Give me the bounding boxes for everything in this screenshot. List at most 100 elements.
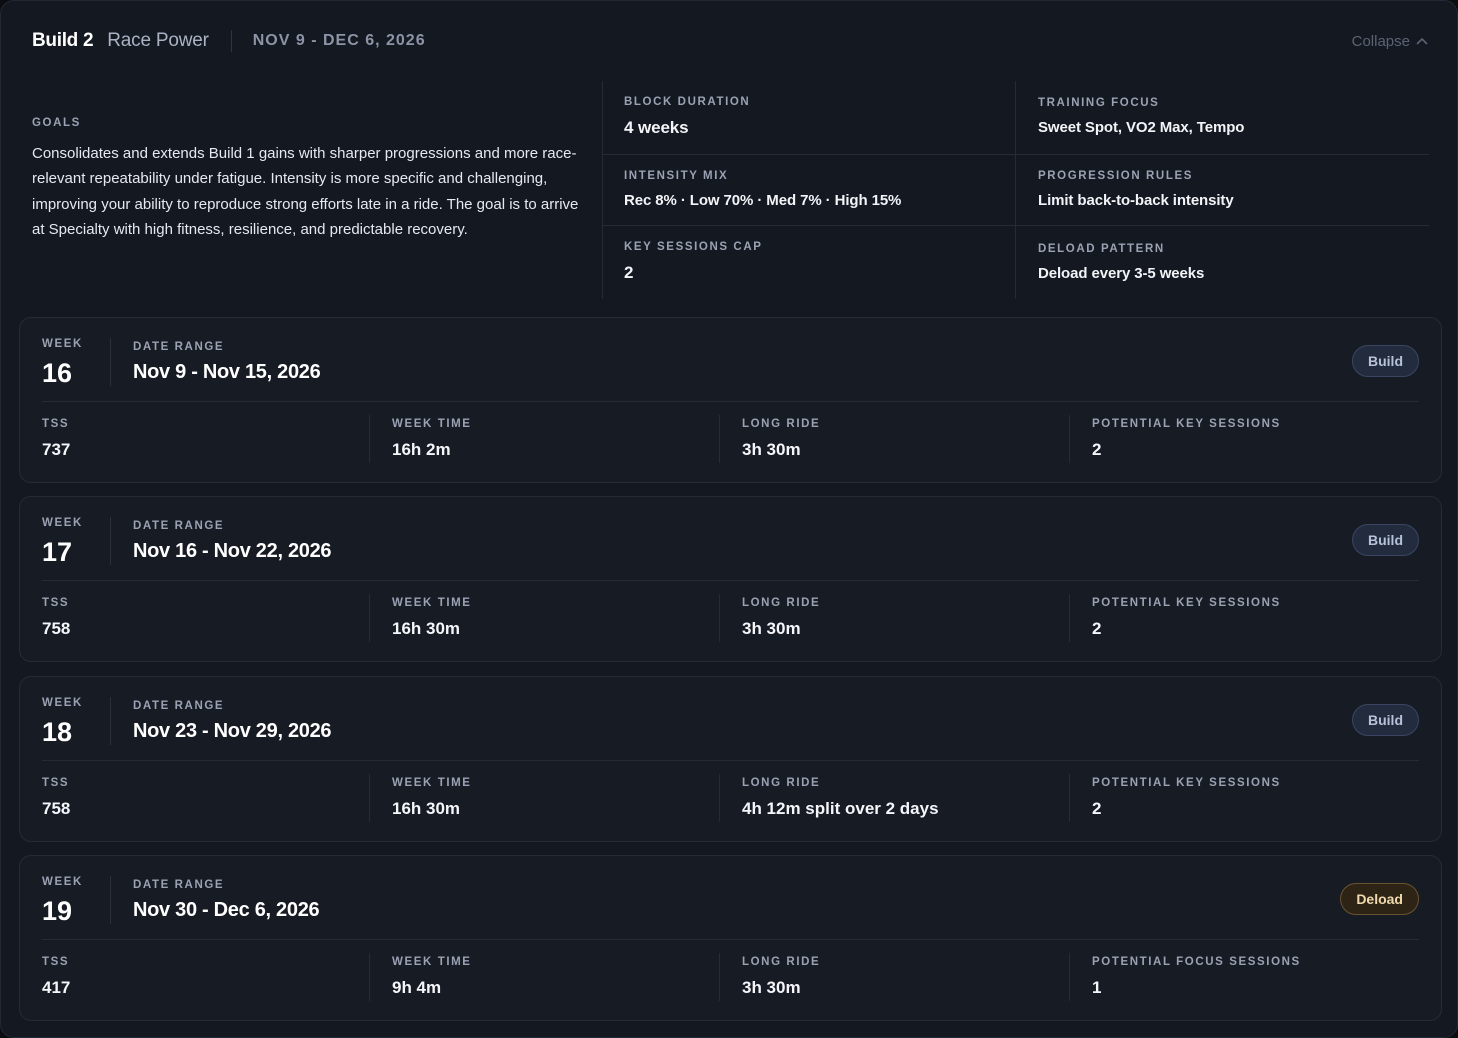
week-number: 18: [42, 717, 73, 747]
week-label: WEEK: [42, 876, 83, 888]
week-card[interactable]: WEEK 17 DATE RANGE Nov 16 - Nov 22, 2026…: [19, 496, 1442, 662]
metric-value: 2: [1092, 799, 1102, 818]
metric-long-ride: LONG RIDE 3h 30m: [742, 418, 820, 460]
stat-training-focus: TRAINING FOCUS Sweet Spot, VO2 Max, Temp…: [1038, 97, 1244, 136]
grid-divider: [602, 81, 603, 299]
metric-label: WEEK TIME: [392, 777, 472, 789]
week-divider: [110, 338, 111, 386]
week-card[interactable]: WEEK 16 DATE RANGE Nov 9 - Nov 15, 2026 …: [19, 317, 1442, 483]
metric-tss: TSS 758: [42, 777, 70, 819]
stat-deload-pattern: DELOAD PATTERN Deload every 3-5 weeks: [1038, 243, 1204, 282]
stat-value: Rec 8% · Low 70% · Med 7% · High 15%: [624, 192, 902, 209]
metric-long-ride: LONG RIDE 3h 30m: [742, 597, 820, 639]
week-number: 16: [42, 358, 73, 388]
stat-label: KEY SESSIONS CAP: [624, 241, 763, 253]
stat-value: 2: [624, 263, 634, 282]
metric-value: 2: [1092, 440, 1102, 459]
date-range-label: DATE RANGE: [133, 520, 225, 532]
phase-badge: Build: [1352, 345, 1419, 377]
metric-value: 4h 12m split over 2 days: [742, 799, 939, 818]
week-card-divider: [42, 939, 1419, 940]
metric-sessions: POTENTIAL KEY SESSIONS 2: [1092, 597, 1281, 639]
metric-label: TSS: [42, 777, 70, 789]
metric-week-time: WEEK TIME 16h 30m: [392, 777, 472, 819]
metric-label: POTENTIAL KEY SESSIONS: [1092, 777, 1281, 789]
grid-divider: [602, 225, 1429, 226]
stat-label: DELOAD PATTERN: [1038, 243, 1165, 255]
chevron-up-icon: [1416, 38, 1428, 45]
metric-value: 417: [42, 978, 71, 997]
metric-week-time: WEEK TIME 9h 4m: [392, 956, 472, 998]
stat-label: PROGRESSION RULES: [1038, 170, 1193, 182]
stat-block-duration: BLOCK DURATION 4 weeks: [624, 96, 750, 138]
date-range-label: DATE RANGE: [133, 879, 225, 891]
grid-divider: [602, 154, 1429, 155]
date-range-value: Nov 9 - Nov 15, 2026: [133, 361, 321, 383]
stat-value: Sweet Spot, VO2 Max, Tempo: [1038, 119, 1245, 136]
metric-value: 1: [1092, 978, 1102, 997]
metric-divider: [719, 774, 720, 822]
metric-long-ride: LONG RIDE 3h 30m: [742, 956, 820, 998]
week-card[interactable]: WEEK 19 DATE RANGE Nov 30 - Dec 6, 2026 …: [19, 855, 1442, 1021]
metric-divider: [1069, 953, 1070, 1001]
week-card-divider: [42, 580, 1419, 581]
metric-label: LONG RIDE: [742, 597, 821, 609]
metric-sessions: POTENTIAL FOCUS SESSIONS 1: [1092, 956, 1301, 998]
metric-week-time: WEEK TIME 16h 30m: [392, 597, 472, 639]
collapse-button[interactable]: Collapse: [1352, 33, 1428, 50]
metric-value: 758: [42, 799, 71, 818]
week-card[interactable]: WEEK 18 DATE RANGE Nov 23 - Nov 29, 2026…: [19, 676, 1442, 842]
week-divider: [110, 876, 111, 924]
metric-long-ride: LONG RIDE 4h 12m split over 2 days: [742, 777, 939, 819]
metric-label: LONG RIDE: [742, 418, 821, 430]
week-divider: [110, 517, 111, 565]
date-range-value: Nov 30 - Dec 6, 2026: [133, 899, 320, 921]
stat-label: INTENSITY MIX: [624, 170, 729, 182]
metric-week-time: WEEK TIME 16h 2m: [392, 418, 472, 460]
metric-divider: [719, 594, 720, 642]
metric-label: WEEK TIME: [392, 418, 472, 430]
metric-value: 2: [1092, 619, 1102, 638]
metric-divider: [719, 415, 720, 463]
metric-value: 758: [42, 619, 71, 638]
metric-sessions: POTENTIAL KEY SESSIONS 2: [1092, 777, 1281, 819]
phase-badge: Deload: [1340, 883, 1419, 915]
metric-sessions: POTENTIAL KEY SESSIONS 2: [1092, 418, 1281, 460]
metric-divider: [1069, 594, 1070, 642]
metric-divider: [1069, 774, 1070, 822]
metric-label: LONG RIDE: [742, 777, 821, 789]
week-card-divider: [42, 760, 1419, 761]
metric-value: 9h 4m: [392, 978, 442, 997]
metric-label: TSS: [42, 597, 70, 609]
metric-value: 16h 30m: [392, 619, 461, 638]
metric-value: 3h 30m: [742, 619, 801, 638]
metric-value: 16h 30m: [392, 799, 461, 818]
metric-label: POTENTIAL FOCUS SESSIONS: [1092, 956, 1301, 968]
metric-tss: TSS 737: [42, 418, 70, 460]
metric-value: 3h 30m: [742, 440, 801, 459]
collapse-label: Collapse: [1351, 32, 1410, 50]
metric-divider: [369, 774, 370, 822]
metric-divider: [369, 415, 370, 463]
goals-label: GOALS: [32, 117, 81, 129]
metric-label: TSS: [42, 956, 70, 968]
stat-value: Limit back-to-back intensity: [1038, 192, 1234, 209]
stat-value: Deload every 3-5 weeks: [1038, 265, 1205, 282]
week-divider: [110, 697, 111, 745]
header-divider: [230, 30, 232, 52]
date-range-label: DATE RANGE: [133, 700, 225, 712]
stat-intensity-mix: INTENSITY MIX Rec 8% · Low 70% · Med 7% …: [624, 170, 901, 209]
metric-label: POTENTIAL KEY SESSIONS: [1092, 418, 1281, 430]
phase-badge: Build: [1352, 524, 1419, 556]
week-number: 19: [42, 896, 73, 926]
week-label: WEEK: [42, 517, 83, 529]
week-card-divider: [42, 401, 1419, 402]
stat-progression-rules: PROGRESSION RULES Limit back-to-back int…: [1038, 170, 1234, 209]
metric-value: 737: [42, 440, 71, 459]
metric-label: LONG RIDE: [742, 956, 821, 968]
stat-label: BLOCK DURATION: [624, 96, 751, 108]
metric-tss: TSS 417: [42, 956, 70, 998]
metric-divider: [369, 594, 370, 642]
stat-key-sessions-cap: KEY SESSIONS CAP 2: [624, 241, 763, 283]
metric-value: 16h 2m: [392, 440, 451, 459]
